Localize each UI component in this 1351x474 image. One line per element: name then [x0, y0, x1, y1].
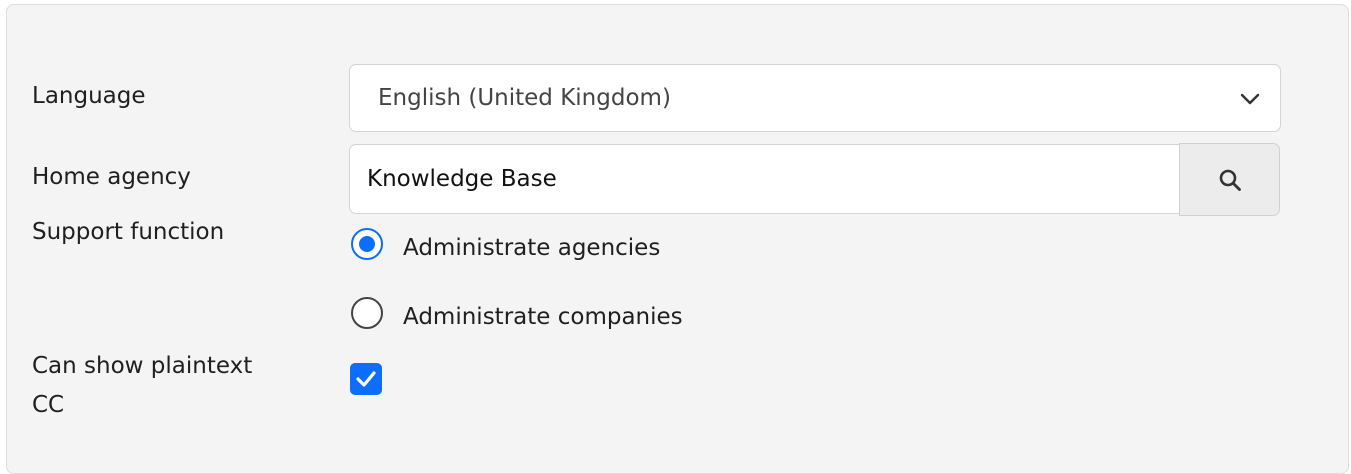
- home-agency-search-button[interactable]: [1179, 143, 1280, 216]
- radio-label-administrate-companies: Administrate companies: [403, 304, 683, 330]
- language-label: Language: [32, 83, 146, 109]
- home-agency-label: Home agency: [32, 164, 191, 190]
- chevron-down-icon: [1240, 93, 1260, 105]
- search-icon: [1219, 169, 1241, 191]
- radio-administrate-companies[interactable]: Administrate companies: [351, 297, 771, 337]
- plaintext-cc-checkbox[interactable]: [350, 363, 382, 395]
- radio-button-checked[interactable]: [351, 228, 383, 260]
- support-function-label: Support function: [32, 219, 225, 245]
- home-agency-input[interactable]: [349, 144, 1180, 214]
- radio-button-unchecked[interactable]: [351, 297, 383, 329]
- plaintext-cc-label-line1: Can show plaintext: [32, 353, 253, 379]
- language-select[interactable]: English (United Kingdom): [349, 64, 1281, 132]
- language-select-value: English (United Kingdom): [378, 85, 671, 111]
- radio-label-administrate-agencies: Administrate agencies: [403, 235, 661, 261]
- radio-administrate-agencies[interactable]: Administrate agencies: [351, 228, 771, 268]
- checkmark-icon: [356, 371, 376, 387]
- plaintext-cc-label-line2: CC: [32, 392, 65, 418]
